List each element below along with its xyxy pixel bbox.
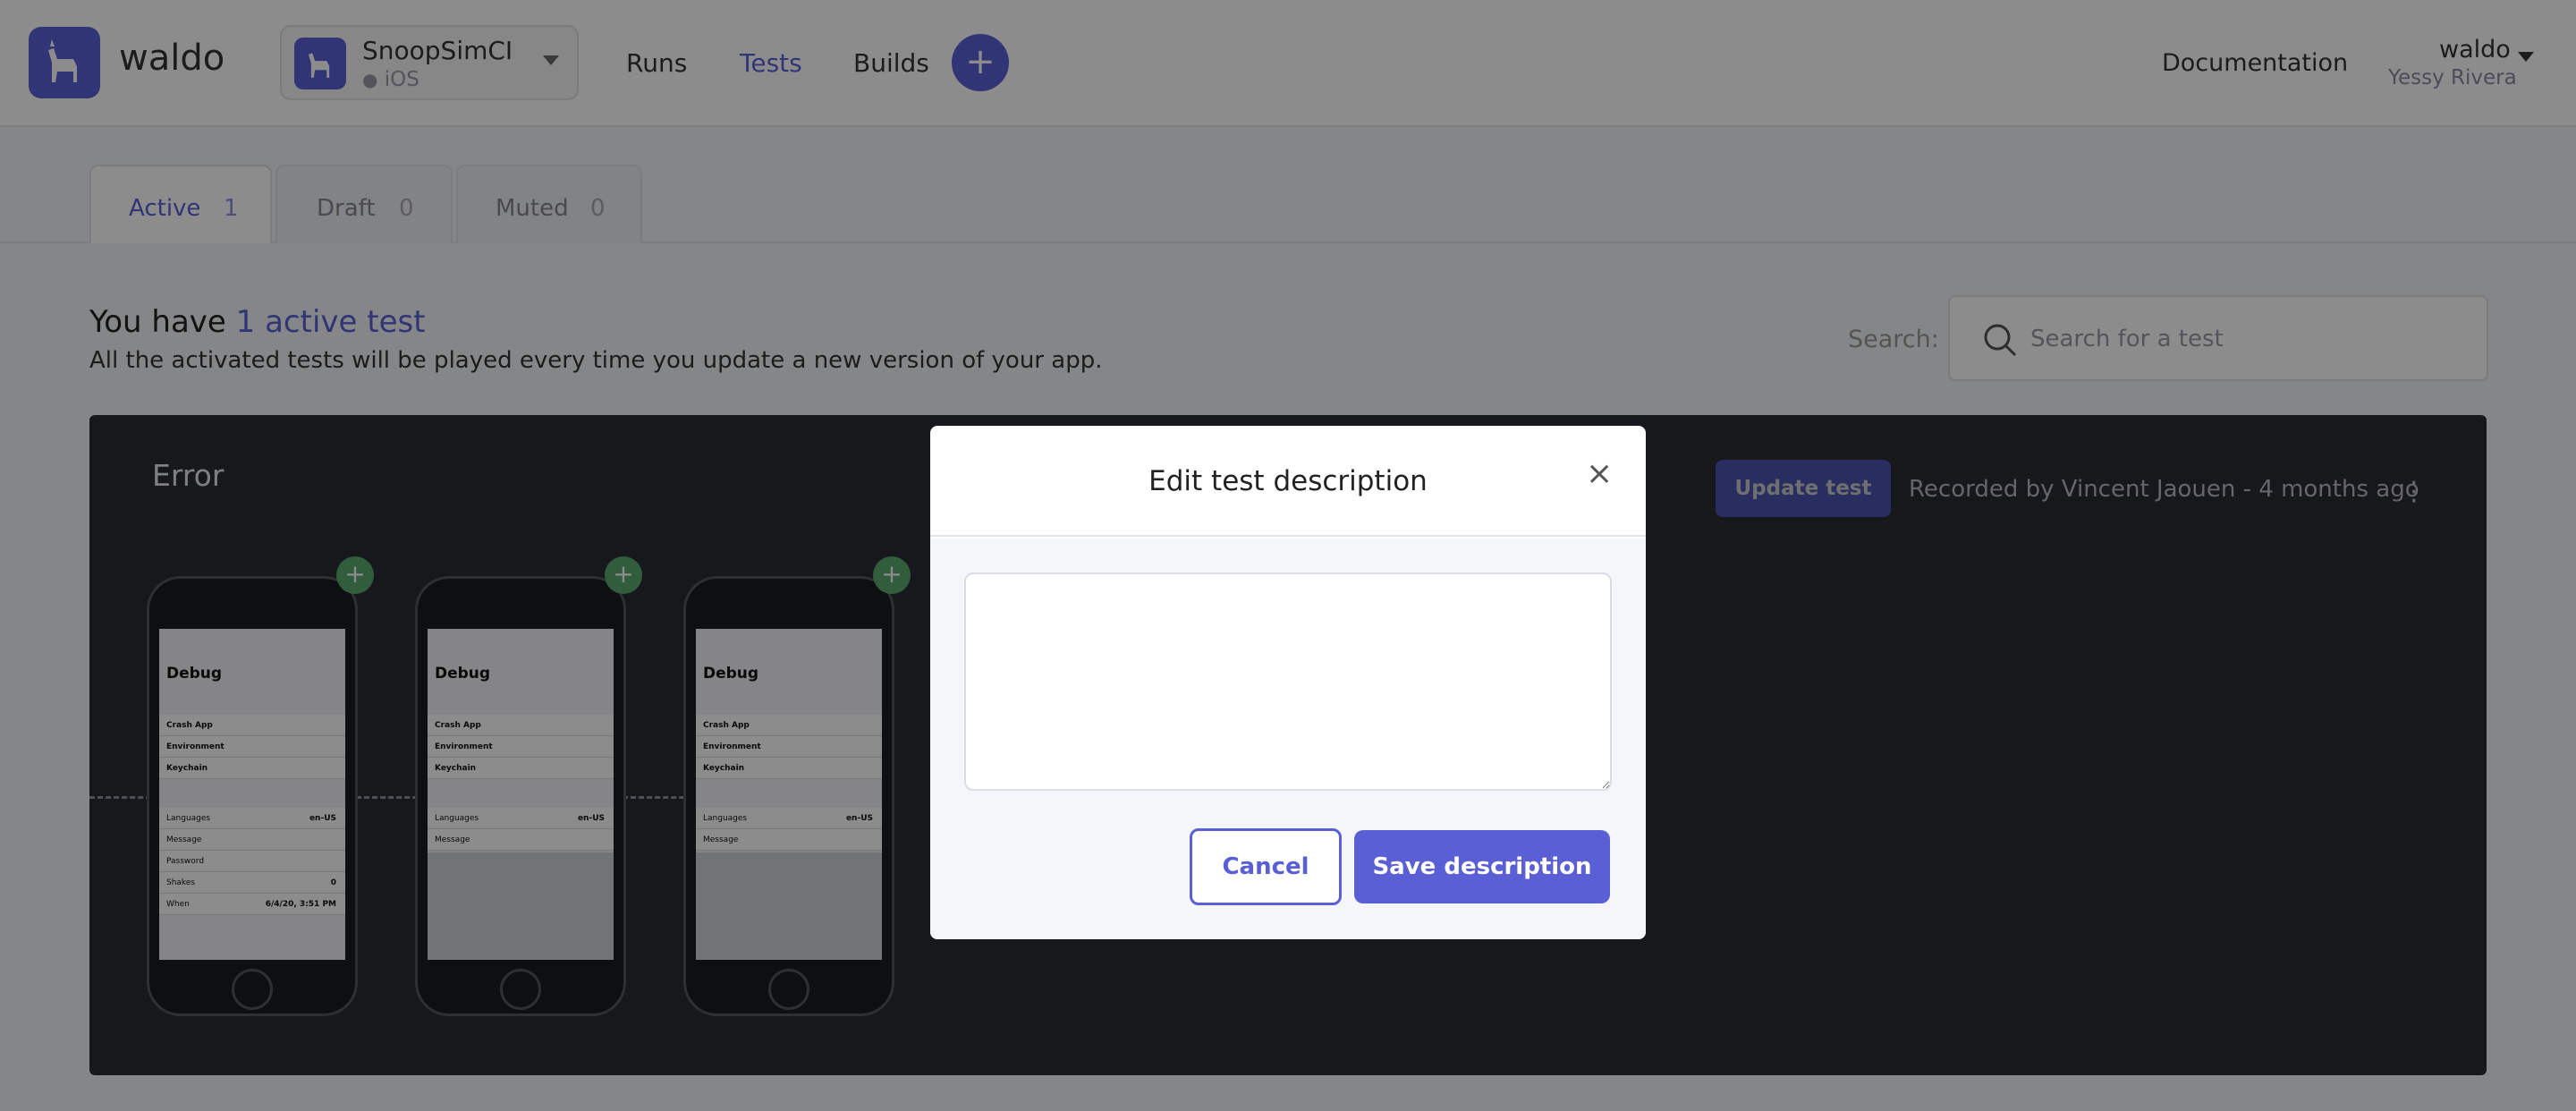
modal-body: Cancel Save description	[930, 539, 1646, 939]
save-description-button[interactable]: Save description	[1354, 830, 1610, 903]
cancel-button[interactable]: Cancel	[1190, 828, 1342, 905]
edit-description-modal: Edit test description × Cancel Save desc…	[930, 426, 1646, 939]
modal-title: Edit test description	[1148, 465, 1428, 497]
modal-header: Edit test description ×	[930, 426, 1646, 537]
close-icon[interactable]: ×	[1586, 456, 1613, 492]
description-textarea[interactable]	[964, 572, 1612, 791]
